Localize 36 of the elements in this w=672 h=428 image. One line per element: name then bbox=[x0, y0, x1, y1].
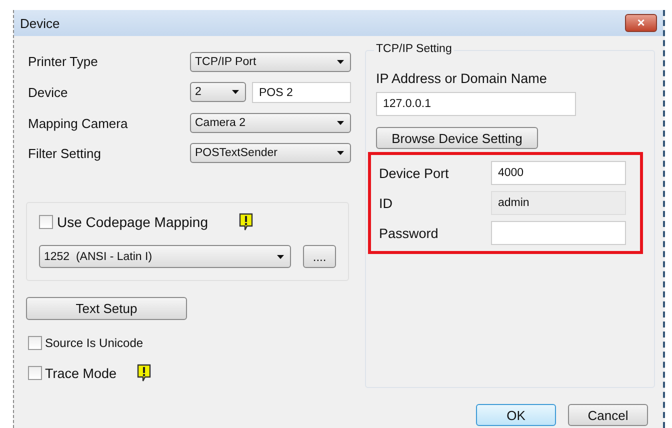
text-setup-button[interactable]: Text Setup bbox=[26, 297, 187, 320]
caret-icon bbox=[337, 151, 344, 155]
checkbox[interactable] bbox=[28, 336, 42, 350]
field-label: Printer Type bbox=[28, 54, 98, 69]
dialog-button[interactable]: OK bbox=[476, 404, 556, 426]
checkbox-label: Source Is Unicode bbox=[45, 336, 144, 350]
field-label: Password bbox=[379, 226, 438, 240]
caret-icon bbox=[337, 121, 344, 125]
warning-icon bbox=[238, 213, 254, 231]
group-title: TCP/IP Setting bbox=[374, 43, 454, 55]
field-label: Device Port bbox=[379, 166, 449, 180]
caret-icon bbox=[337, 60, 344, 64]
dropdown[interactable]: POSTextSender bbox=[190, 143, 351, 163]
field-label: ID bbox=[379, 196, 392, 210]
field-label: Device bbox=[28, 85, 68, 100]
checkbox-label: Trace Mode bbox=[45, 366, 117, 380]
input-field[interactable]: 4000 bbox=[491, 161, 626, 185]
input-field[interactable]: POS 2 bbox=[252, 82, 351, 103]
caret-icon bbox=[277, 254, 284, 258]
window-title: Device bbox=[20, 16, 60, 30]
dialog-button[interactable]: Cancel bbox=[568, 404, 648, 426]
input-field[interactable] bbox=[491, 221, 626, 245]
checkbox[interactable] bbox=[28, 366, 42, 380]
dropdown[interactable]: 1252 (ANSI - Latin I) bbox=[39, 245, 292, 268]
browse-button[interactable]: Browse Device Setting bbox=[376, 127, 538, 149]
field-label: Filter Setting bbox=[28, 146, 101, 160]
dropdown[interactable]: TCP/IP Port bbox=[190, 52, 351, 72]
dropdown[interactable]: Camera 2 bbox=[190, 113, 351, 133]
field-label: Mapping Camera bbox=[28, 116, 128, 130]
input-field[interactable]: 127.0.0.1 bbox=[376, 92, 576, 116]
dropdown[interactable]: 2 bbox=[190, 82, 246, 102]
checkbox-label: Use Codepage Mapping bbox=[57, 214, 208, 230]
caret-icon bbox=[232, 90, 239, 94]
checkbox[interactable] bbox=[39, 215, 53, 229]
field-label: IP Address or Domain Name bbox=[376, 71, 548, 86]
more-button[interactable]: .... bbox=[303, 245, 336, 268]
